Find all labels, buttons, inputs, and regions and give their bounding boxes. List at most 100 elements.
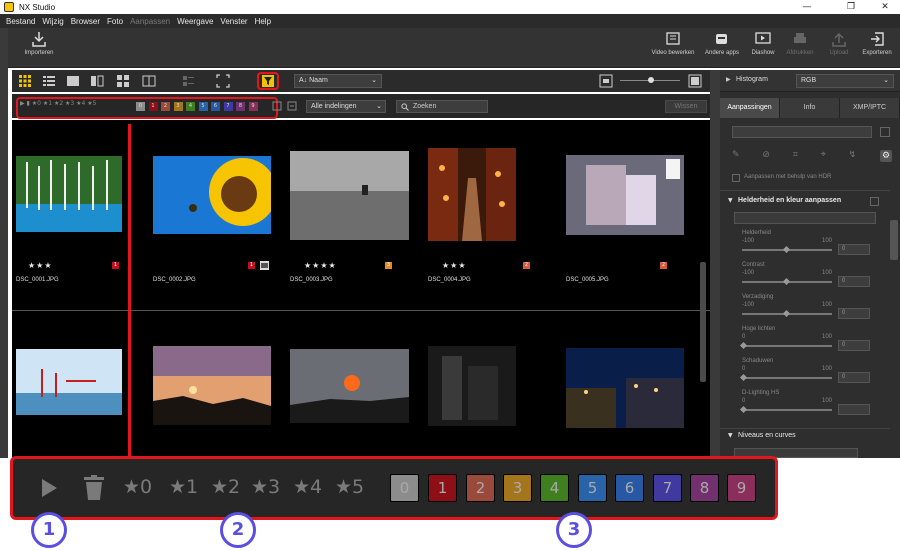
menu-bestand[interactable]: Bestand: [6, 17, 35, 26]
thumbnail-dsc-0004[interactable]: [428, 148, 516, 241]
slider-knob[interactable]: [739, 405, 748, 414]
rating-stars-dsc-0004[interactable]: ★★★: [442, 261, 467, 270]
thumbnail-dsc-0007[interactable]: [153, 346, 271, 425]
small-label-chip-2[interactable]: 2: [161, 102, 170, 111]
slider-value-input[interactable]: 0: [838, 308, 870, 319]
play-icon[interactable]: [39, 477, 59, 499]
thumbnail-dsc-0003[interactable]: [290, 151, 409, 240]
zoom-in-icon[interactable]: [688, 74, 702, 88]
color-label-filter-9[interactable]: 9: [727, 474, 756, 502]
gear-icon[interactable]: ⚙: [880, 150, 892, 162]
rating-stars-dsc-0001[interactable]: ★★★: [28, 261, 53, 270]
hdr-checkbox[interactable]: [732, 174, 740, 182]
slider-knob[interactable]: [739, 373, 748, 382]
slider-value-input[interactable]: [838, 404, 870, 415]
multi-view-icon[interactable]: [116, 74, 130, 88]
export-button[interactable]: Exporteren: [852, 30, 900, 56]
display-options-icon[interactable]: [182, 74, 196, 88]
color-label-filter-3[interactable]: 3: [503, 474, 532, 502]
video-edit-button[interactable]: Video bewerken: [648, 30, 698, 56]
slider-knob[interactable]: [782, 245, 791, 254]
thumbnail-dsc-0008[interactable]: [290, 349, 409, 423]
zoom-out-icon[interactable]: [599, 74, 613, 88]
collapse-arrow-icon[interactable]: ▼: [728, 197, 733, 204]
slider-track[interactable]: [742, 377, 832, 379]
trash-icon[interactable]: [83, 475, 105, 501]
color-label-filter-5[interactable]: 5: [578, 474, 607, 502]
close-button[interactable]: ✕: [872, 0, 898, 14]
preset-select[interactable]: [732, 126, 872, 138]
section-levels-curves[interactable]: Niveaus en curves: [738, 432, 796, 439]
color-label-filter-7[interactable]: 7: [653, 474, 682, 502]
maximize-button[interactable]: ❐: [838, 0, 864, 14]
small-label-chip-4[interactable]: 4: [186, 102, 195, 111]
thumbnail-dsc-0002[interactable]: [153, 156, 271, 234]
filter-settings-icon[interactable]: [272, 101, 282, 111]
menu-help[interactable]: Help: [255, 17, 271, 26]
slider-value-input[interactable]: 0: [838, 372, 870, 383]
color-label-filter-4[interactable]: 4: [540, 474, 569, 502]
tab-info[interactable]: Info: [780, 98, 840, 118]
small-label-chip-7[interactable]: 7: [223, 102, 233, 111]
star-filter-4[interactable]: ★4: [293, 476, 322, 498]
color-label-dsc-0002[interactable]: 1: [248, 262, 255, 269]
color-label-filter-0[interactable]: 0: [390, 474, 419, 502]
list-view-icon[interactable]: [42, 74, 56, 88]
grid-scrollbar[interactable]: [700, 262, 706, 382]
slider-track[interactable]: [742, 409, 832, 411]
menu-foto[interactable]: Foto: [107, 17, 123, 26]
small-label-chip-8[interactable]: 8: [236, 102, 245, 111]
compare-view-icon[interactable]: [90, 74, 104, 88]
rating-stars-dsc-0003[interactable]: ★★★★: [304, 261, 337, 270]
slider-knob[interactable]: [782, 309, 791, 318]
zoom-slider-knob[interactable]: [648, 77, 654, 83]
menu-venster[interactable]: Venster: [220, 17, 247, 26]
before-after-icon[interactable]: [142, 74, 156, 88]
right-panel-toggle[interactable]: [710, 70, 720, 458]
thumbnail-dsc-0009[interactable]: [428, 346, 516, 426]
filter-toggle-button[interactable]: [257, 72, 279, 90]
single-view-icon[interactable]: [66, 74, 80, 88]
thumbnail-dsc-0005[interactable]: [566, 155, 684, 235]
filter-reset-icon[interactable]: [287, 101, 297, 111]
star-filter-1[interactable]: ★1: [169, 476, 198, 498]
left-panel-toggle[interactable]: [0, 28, 8, 458]
slider-knob[interactable]: [782, 277, 791, 286]
fullscreen-icon[interactable]: [216, 74, 230, 88]
slider-knob[interactable]: [739, 341, 748, 350]
small-label-chip-6[interactable]: 6: [211, 102, 220, 111]
color-label-dsc-0005[interactable]: 2: [660, 262, 667, 269]
color-label-filter-6[interactable]: 6: [615, 474, 644, 502]
color-label-dsc-0003[interactable]: 3: [385, 262, 392, 269]
collapse-arrow-icon[interactable]: ▼: [728, 432, 733, 439]
thumbnail-dsc-0001[interactable]: [16, 156, 122, 232]
section-brightness-color[interactable]: Helderheid en kleur aanpassen: [738, 197, 841, 204]
star-filter-2[interactable]: ★2: [211, 476, 240, 498]
tool-icons[interactable]: ✎ ⊘ ⌗ ⌖ ↯: [732, 150, 866, 160]
color-label-dsc-0001[interactable]: 1: [112, 262, 119, 269]
panel-scrollbar[interactable]: [890, 220, 898, 260]
color-label-dsc-0004[interactable]: 2: [523, 262, 530, 269]
small-label-chip-0[interactable]: 0: [136, 102, 145, 111]
import-button[interactable]: Importeren: [14, 30, 64, 56]
color-label-filter-2[interactable]: 2: [466, 474, 495, 502]
slider-value-input[interactable]: 0: [838, 340, 870, 351]
sort-select[interactable]: A↓ Naam ⌄: [294, 74, 382, 88]
color-label-filter-8[interactable]: 8: [690, 474, 719, 502]
menu-wijzig[interactable]: Wijzig: [42, 17, 63, 26]
histogram-mode-select[interactable]: RGB ⌄: [796, 74, 894, 88]
small-label-chip-9[interactable]: 9: [248, 102, 258, 111]
thumbnail-dsc-0006[interactable]: [16, 349, 122, 415]
clear-button[interactable]: Wissen: [665, 100, 707, 113]
color-preset-select[interactable]: [734, 212, 876, 224]
slider-value-input[interactable]: 0: [838, 276, 870, 287]
tab-adjustments[interactable]: Aanpassingen: [720, 98, 780, 118]
menu-aanpassen[interactable]: Aanpassen: [130, 17, 170, 26]
filter-symbols-small[interactable]: ▶ ▮ ★0 ★1 ★2 ★3 ★4 ★5: [20, 100, 96, 107]
search-input[interactable]: Zoeken: [396, 100, 488, 113]
preset-checkbox[interactable]: [880, 127, 890, 137]
small-label-chip-5[interactable]: 5: [198, 102, 208, 111]
small-label-chip-3[interactable]: 3: [173, 102, 183, 111]
menu-browser[interactable]: Browser: [71, 17, 100, 26]
section-checkbox[interactable]: [870, 197, 879, 206]
